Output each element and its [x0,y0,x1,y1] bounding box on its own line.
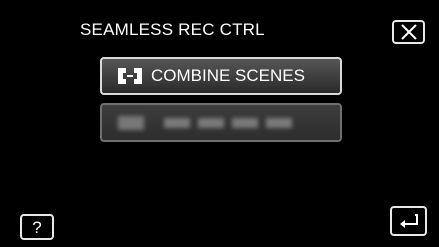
help-label: ? [32,217,42,237]
help-button[interactable]: ? [20,214,54,240]
return-button[interactable] [390,206,427,236]
combine-scenes-button[interactable]: COMBINE SCENES [100,57,342,95]
combine-scenes-icon [116,65,144,87]
close-icon [400,24,417,40]
combine-scenes-label: COMBINE SCENES [151,66,305,85]
disabled-menu-button [100,103,342,142]
close-button[interactable] [392,20,425,44]
disabled-item-label [164,117,292,128]
screen-title: SEAMLESS REC CTRL [80,20,265,39]
disabled-item-icon [118,115,144,130]
return-icon [399,214,418,228]
